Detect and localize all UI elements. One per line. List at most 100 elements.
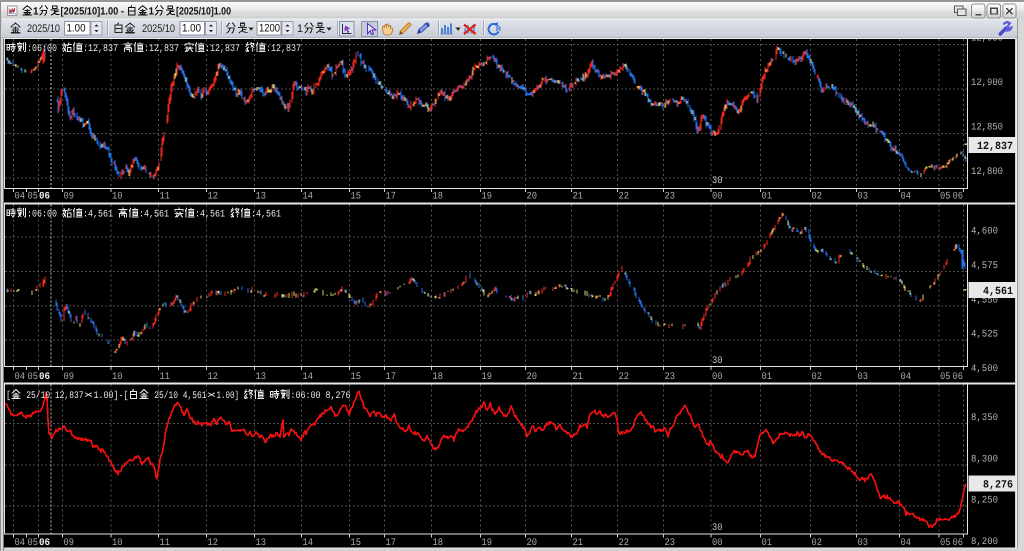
svg-text:04: 04	[901, 372, 912, 383]
svg-text:05: 05	[940, 538, 951, 549]
svg-text:21: 21	[573, 372, 584, 383]
svg-text:01: 01	[762, 538, 773, 549]
svg-text:04: 04	[15, 372, 26, 383]
svg-text:2025/10: 2025/10	[142, 23, 175, 35]
svg-text:25/10 12,837: 25/10 12,837	[22, 390, 84, 402]
svg-text::12,837: :12,837	[83, 44, 123, 55]
svg-text::06:00: :06:00	[27, 210, 62, 221]
svg-text:8,350: 8,350	[971, 413, 998, 424]
svg-text:21: 21	[573, 192, 584, 203]
svg-text:05: 05	[28, 192, 39, 203]
svg-text:8,250: 8,250	[971, 496, 998, 507]
svg-text:03: 03	[858, 538, 869, 549]
svg-text:R: R	[496, 26, 501, 33]
svg-text:19: 19	[482, 192, 493, 203]
svg-text:[2025/10]1.00: [2025/10]1.00	[176, 6, 231, 18]
svg-text:1: 1	[33, 6, 39, 18]
svg-text:10: 10	[112, 538, 123, 549]
svg-text::06:00: :06:00	[27, 44, 62, 55]
svg-text:20: 20	[527, 372, 538, 383]
svg-text:8,300: 8,300	[971, 454, 998, 465]
svg-text:22: 22	[619, 192, 630, 203]
svg-text:12: 12	[208, 372, 219, 383]
svg-text:04: 04	[901, 192, 912, 203]
svg-text:1.00: 1.00	[182, 23, 201, 35]
svg-text::12,837: :12,837	[266, 44, 301, 55]
svg-text:4,575: 4,575	[971, 261, 998, 272]
svg-text:12,800: 12,800	[971, 167, 1003, 178]
svg-text:1: 1	[297, 23, 303, 35]
svg-text::06:00 8,276: :06:00 8,276	[291, 391, 351, 402]
svg-text:13: 13	[256, 372, 267, 383]
svg-text::4,561: :4,561	[139, 210, 174, 221]
svg-text:05: 05	[28, 372, 39, 383]
svg-text:17: 17	[386, 372, 397, 383]
svg-text:02: 02	[812, 192, 823, 203]
svg-text:09: 09	[64, 192, 75, 203]
svg-text:30: 30	[712, 356, 723, 367]
svg-text:06: 06	[39, 372, 50, 383]
svg-text:15: 15	[351, 372, 362, 383]
svg-text:23: 23	[665, 538, 676, 549]
svg-text:05: 05	[940, 192, 951, 203]
svg-text::4,561: :4,561	[83, 210, 118, 221]
svg-text:05: 05	[940, 372, 951, 383]
svg-text:12,900: 12,900	[971, 78, 1003, 89]
svg-text:06: 06	[953, 372, 964, 383]
svg-text:11: 11	[160, 192, 171, 203]
svg-text:19: 19	[482, 372, 493, 383]
svg-text:1: 1	[149, 6, 155, 18]
svg-text:22: 22	[619, 372, 630, 383]
svg-text:14: 14	[303, 538, 314, 549]
svg-text:03: 03	[858, 372, 869, 383]
svg-text:10: 10	[112, 372, 123, 383]
svg-text:00: 00	[712, 192, 723, 203]
svg-text:25/10 4,561: 25/10 4,561	[150, 390, 207, 402]
svg-text:15: 15	[351, 192, 362, 203]
svg-text:21: 21	[573, 538, 584, 549]
svg-text:×: ×	[207, 391, 217, 402]
svg-text:03: 03	[858, 192, 869, 203]
svg-text:06: 06	[39, 192, 50, 203]
svg-text:1200: 1200	[259, 23, 280, 35]
svg-text:1.00]: 1.00]	[217, 390, 244, 402]
svg-text:06: 06	[953, 192, 964, 203]
svg-text:09: 09	[64, 538, 75, 549]
svg-text:8,200: 8,200	[971, 537, 998, 548]
svg-text:17: 17	[386, 538, 397, 549]
svg-text:02: 02	[812, 538, 823, 549]
svg-text:4,600: 4,600	[971, 227, 998, 238]
svg-text:18: 18	[433, 538, 444, 549]
svg-text:11: 11	[160, 372, 171, 383]
svg-text:[2025/10]1.00 -: [2025/10]1.00 -	[61, 6, 127, 18]
svg-text:19: 19	[482, 538, 493, 549]
svg-text:2025/10: 2025/10	[27, 23, 60, 35]
svg-text:22: 22	[619, 538, 630, 549]
svg-text:30: 30	[712, 523, 723, 534]
svg-text:12: 12	[208, 538, 219, 549]
svg-text:23: 23	[665, 192, 676, 203]
svg-text:1.00: 1.00	[67, 23, 86, 35]
svg-text:00: 00	[712, 372, 723, 383]
svg-text:4,561: 4,561	[983, 286, 1013, 298]
svg-text:[: [	[6, 390, 11, 402]
svg-text:01: 01	[762, 192, 773, 203]
svg-text:00: 00	[712, 538, 723, 549]
svg-text::4,561: :4,561	[195, 210, 230, 221]
svg-text:20: 20	[527, 192, 538, 203]
svg-text:23: 23	[665, 372, 676, 383]
svg-text:18: 18	[433, 372, 444, 383]
svg-text::4,561: :4,561	[251, 210, 281, 221]
svg-text:09: 09	[64, 372, 75, 383]
svg-text:04: 04	[901, 538, 912, 549]
svg-text:10: 10	[112, 192, 123, 203]
svg-text:30: 30	[712, 176, 723, 187]
svg-text:×: ×	[84, 391, 94, 402]
svg-text:12,850: 12,850	[971, 123, 1003, 134]
svg-text:1.00]-[: 1.00]-[	[94, 390, 129, 402]
svg-text:06: 06	[39, 538, 50, 549]
svg-text:04: 04	[15, 192, 26, 203]
svg-text:02: 02	[812, 372, 823, 383]
svg-text:15: 15	[351, 538, 362, 549]
svg-text:05: 05	[28, 538, 39, 549]
